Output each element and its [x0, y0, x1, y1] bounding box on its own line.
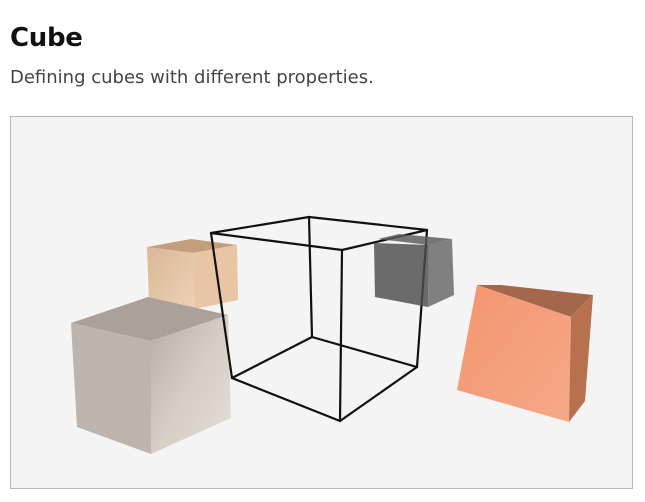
- page-description: Defining cubes with different properties…: [10, 67, 374, 88]
- dark-gray-cube[interactable]: [374, 234, 454, 307]
- page-title: Cube: [10, 23, 83, 53]
- tan-cube[interactable]: [147, 239, 238, 309]
- scene-canvas[interactable]: [11, 117, 633, 489]
- beige-cube[interactable]: [71, 297, 231, 454]
- salmon-cube[interactable]: [457, 285, 593, 422]
- 3d-viewport[interactable]: [10, 116, 633, 489]
- page: Cube Defining cubes with different prope…: [0, 0, 645, 502]
